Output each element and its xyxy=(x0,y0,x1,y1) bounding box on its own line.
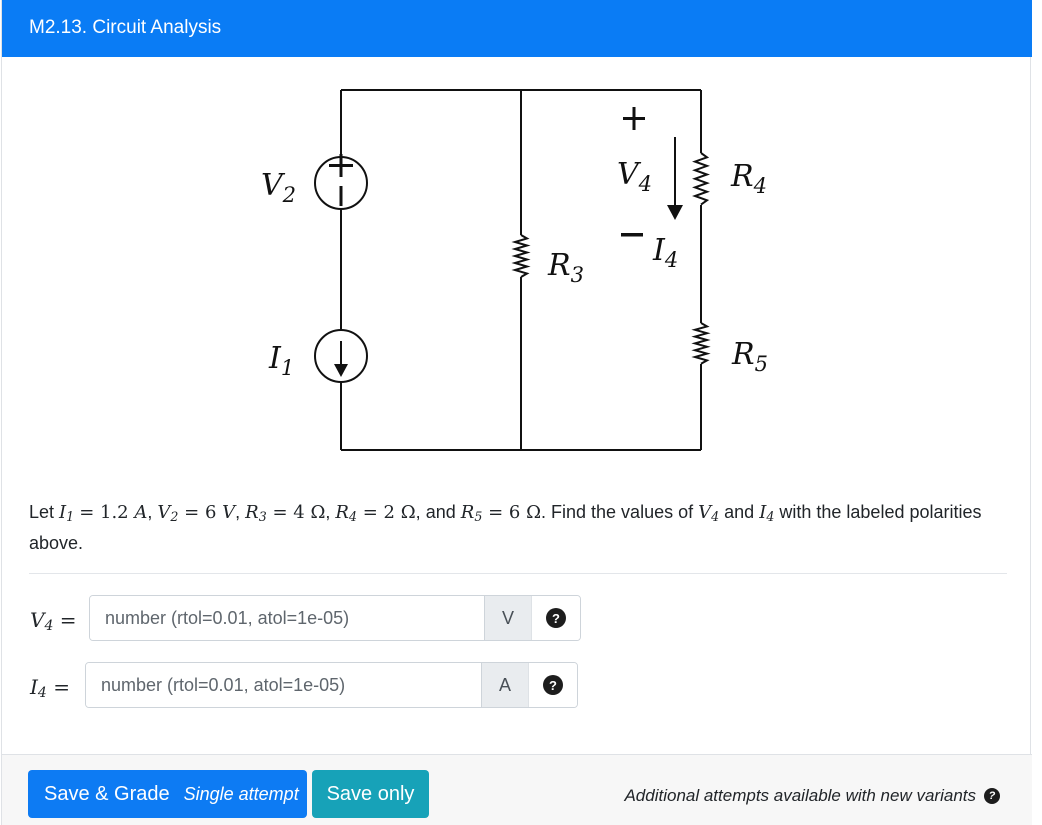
label-r5: R5 xyxy=(731,337,768,376)
unit-v: V xyxy=(484,596,531,640)
unit-a: A xyxy=(481,663,528,707)
label-r3: R3 xyxy=(547,248,584,287)
v2-minus xyxy=(339,186,343,206)
resistor-r3 xyxy=(511,234,531,278)
i4-arrow-head xyxy=(667,205,683,220)
label-r4: R4 xyxy=(730,159,767,198)
attempts-note: Additional attempts available with new v… xyxy=(624,786,1000,806)
math-v4: V4 xyxy=(698,502,720,524)
i4-input[interactable] xyxy=(86,663,481,707)
help-button-v4[interactable]: ? xyxy=(531,596,580,640)
card-header: M2.13. Circuit Analysis xyxy=(2,0,1032,57)
math-v2: V2 = 6 V xyxy=(157,502,236,524)
help-icon[interactable]: ? xyxy=(984,788,1000,804)
save-grade-label: Save & Grade xyxy=(44,782,170,805)
math-i4: I4 xyxy=(759,502,775,524)
prompt-let: Let xyxy=(29,502,55,522)
card-footer: Save & Grade Single attempt Save only Ad… xyxy=(2,754,1032,825)
label-i4: I4 xyxy=(652,233,678,272)
answer-label-i4: I4 = xyxy=(30,675,70,701)
resistor-r5 xyxy=(691,322,711,365)
math-i1: I1 xyxy=(59,502,75,524)
circuit-diagram: V2 I1 R3 V4 R4 I4 R5 xyxy=(261,89,768,451)
question-title: M2.13. Circuit Analysis xyxy=(29,17,222,38)
label-v4: V4 xyxy=(617,157,652,196)
math-r4: R4 = 2 Ω xyxy=(335,502,416,524)
v2-plus-v xyxy=(339,154,343,177)
divider xyxy=(29,573,1007,574)
label-v2: V2 xyxy=(261,168,296,207)
v4-plus-v xyxy=(632,107,636,130)
answer-group-v4: V ? xyxy=(89,595,581,641)
answer-group-i4: A ? xyxy=(85,662,578,708)
save-grade-button[interactable]: Save & Grade Single attempt xyxy=(28,770,307,818)
problem-statement: Let I1 = 1.2 A, V2 = 6 V, R3 = 4 Ω, R4 =… xyxy=(29,502,982,553)
help-button-i4[interactable]: ? xyxy=(528,663,577,707)
math-r5: R5 = 6 Ω xyxy=(460,502,541,524)
label-i1: I1 xyxy=(268,341,294,380)
v4-minus xyxy=(621,233,643,237)
v4-input[interactable] xyxy=(90,596,484,640)
resistor-r4 xyxy=(692,152,710,206)
question-card: M2.13. Circuit Analysis V2 I1 R3 V4 R4 I… xyxy=(1,0,1032,825)
answer-label-v4: V4 = xyxy=(30,608,77,634)
math-r3: R3 = 4 Ω xyxy=(245,502,326,524)
single-attempt-label: Single attempt xyxy=(183,783,299,804)
help-icon: ? xyxy=(543,675,563,695)
save-only-button[interactable]: Save only xyxy=(312,770,429,818)
help-icon: ? xyxy=(546,608,566,628)
